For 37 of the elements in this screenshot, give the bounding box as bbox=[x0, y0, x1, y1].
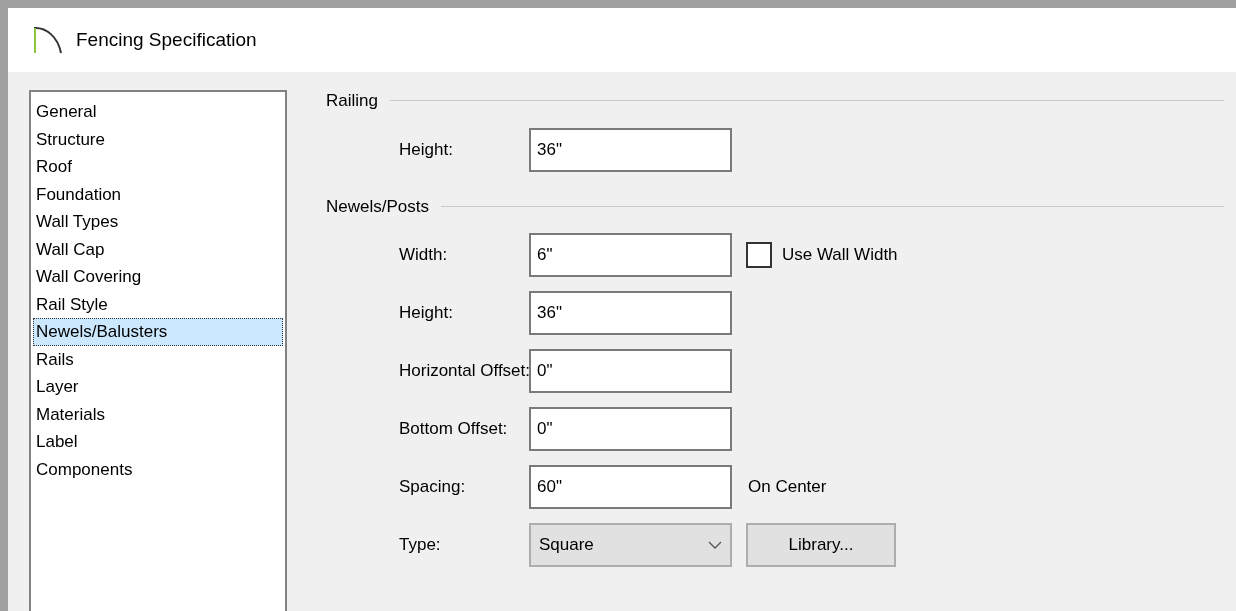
input-field[interactable]: 36" bbox=[529, 291, 732, 335]
chevron-down-icon bbox=[708, 541, 722, 549]
field-label: Height: bbox=[398, 138, 454, 161]
input-field[interactable]: 0" bbox=[529, 349, 732, 393]
input-field[interactable]: 36" bbox=[529, 127, 732, 172]
window-title: Fencing Specification bbox=[76, 27, 257, 52]
unit-note: On Center bbox=[748, 476, 827, 499]
arc-icon bbox=[32, 25, 64, 55]
field-label: Width: bbox=[398, 244, 449, 267]
field-label: Horizontal Offset: bbox=[398, 360, 529, 383]
category-item[interactable]: Wall Covering bbox=[33, 263, 283, 291]
field-label: Spacing: bbox=[398, 476, 467, 499]
category-item[interactable]: Foundation bbox=[33, 180, 283, 208]
category-item[interactable]: Rails bbox=[33, 345, 283, 373]
category-item[interactable]: Components bbox=[33, 455, 283, 483]
category-item[interactable]: Materials bbox=[33, 400, 283, 428]
category-item[interactable]: Wall Types bbox=[33, 208, 283, 236]
input-field[interactable]: 0" bbox=[529, 407, 732, 451]
library-button[interactable]: Library... bbox=[746, 523, 896, 567]
dropdown[interactable]: Square bbox=[529, 523, 732, 567]
category-item[interactable]: Roof bbox=[33, 153, 283, 181]
field-label: Bottom Offset: bbox=[398, 418, 509, 441]
checkbox[interactable] bbox=[746, 242, 772, 268]
category-item[interactable]: Wall Cap bbox=[33, 235, 283, 263]
category-item[interactable]: Structure bbox=[33, 125, 283, 153]
field-label: Type: bbox=[398, 534, 442, 557]
input-field[interactable]: 6" bbox=[529, 233, 732, 277]
category-item[interactable]: Label bbox=[33, 428, 283, 456]
category-item[interactable]: Newels/Balusters bbox=[33, 318, 283, 346]
section-heading: Newels/Posts bbox=[326, 195, 429, 218]
checkbox-label: Use Wall Width bbox=[782, 244, 898, 267]
category-item[interactable]: Rail Style bbox=[33, 290, 283, 318]
section-heading: Railing bbox=[326, 90, 378, 112]
field-label: Height: bbox=[398, 302, 454, 325]
input-field[interactable]: 60" bbox=[529, 465, 732, 509]
category-item[interactable]: General bbox=[33, 98, 283, 126]
category-item[interactable]: Layer bbox=[33, 373, 283, 401]
